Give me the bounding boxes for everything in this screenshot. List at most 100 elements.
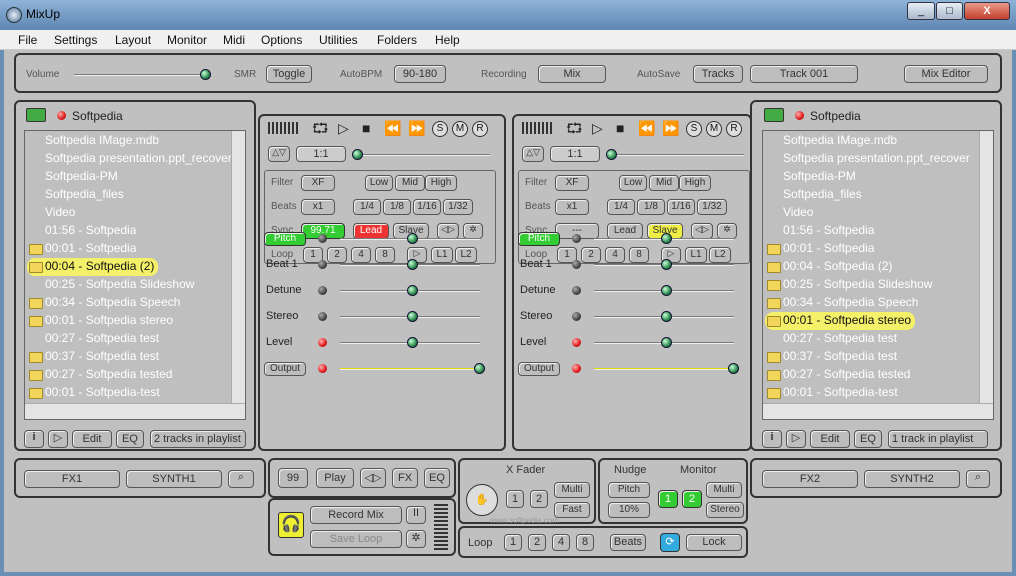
pause-icon[interactable]: II	[406, 506, 426, 524]
loop-8-button[interactable]: 8	[576, 534, 594, 551]
b4-button[interactable]: 1/32	[697, 199, 727, 215]
l3-button[interactable]: 4	[605, 247, 625, 263]
list-item[interactable]: Video	[27, 204, 75, 222]
ratio-field[interactable]: 1:1	[296, 146, 346, 162]
menu-utilities[interactable]: Utilities	[319, 33, 358, 47]
swap-icon[interactable]: ◁▷	[437, 223, 459, 239]
loop-beats-button[interactable]: Beats	[610, 534, 646, 551]
b1-button[interactable]: 1/4	[353, 199, 381, 215]
menu-folders[interactable]: Folders	[377, 33, 417, 47]
fast-forward-icon[interactable]: ⏩	[408, 120, 425, 136]
search-icon[interactable]: ⌕	[228, 470, 254, 488]
nudge-pitch-button[interactable]: Pitch	[608, 482, 650, 498]
maximize-button[interactable]: □	[936, 2, 963, 20]
menu-file[interactable]: File	[18, 33, 37, 47]
list-item[interactable]: 00:37 - Softpedia test	[27, 348, 159, 366]
right-edit-button[interactable]: Edit	[810, 430, 850, 448]
xf-button[interactable]: XF	[555, 175, 589, 191]
autobpm-range-button[interactable]: 90-180	[394, 65, 446, 83]
monitor-2-button[interactable]: 2	[682, 490, 702, 508]
stop-icon[interactable]: ■	[616, 120, 624, 136]
info-icon[interactable]: i	[24, 430, 44, 448]
menu-settings[interactable]: Settings	[54, 33, 97, 47]
left-edit-button[interactable]: Edit	[72, 430, 112, 448]
L2-button[interactable]: L2	[455, 247, 477, 263]
tempo-slider[interactable]	[610, 154, 744, 156]
close-button[interactable]: X	[964, 2, 1010, 20]
list-item[interactable]: Softpedia IMage.mdb	[765, 132, 897, 150]
output-label[interactable]: Output	[264, 362, 306, 376]
horizontal-scrollbar[interactable]	[763, 403, 993, 419]
list-item[interactable]: Softpedia_files	[765, 186, 862, 204]
right-file-list[interactable]: Softpedia IMage.mdb Softpedia presentatio…	[762, 130, 994, 420]
output-slider[interactable]	[594, 368, 734, 370]
mute-button[interactable]: M	[706, 121, 722, 137]
right-eq-button[interactable]: EQ	[854, 430, 882, 448]
l4-button[interactable]: 8	[375, 247, 395, 263]
b2-button[interactable]: 1/8	[637, 199, 665, 215]
detune-slider-knob[interactable]	[407, 285, 418, 296]
menu-midi[interactable]: Midi	[223, 33, 245, 47]
list-item[interactable]: Softpedia presentation.ppt_recover	[765, 150, 970, 168]
level-slider-knob[interactable]	[407, 337, 418, 348]
volume-slider[interactable]	[74, 74, 210, 76]
menu-help[interactable]: Help	[435, 33, 460, 47]
list-item[interactable]: 00:01 - Softpedia-test	[765, 384, 898, 402]
list-item[interactable]: 00:25 - Softpedia Slideshow	[27, 276, 194, 294]
record-mix-button[interactable]: Record Mix	[310, 506, 402, 524]
x1-button[interactable]: x1	[301, 199, 335, 215]
mute-button[interactable]: M	[452, 121, 468, 137]
xfader-multi-button[interactable]: Multi	[554, 482, 590, 498]
open-folder-icon[interactable]	[26, 108, 46, 122]
tempo-slider[interactable]	[356, 154, 490, 156]
stereo-slider-knob[interactable]	[407, 311, 418, 322]
b2-button[interactable]: 1/8	[383, 199, 411, 215]
swap-icon[interactable]: ◁▷	[360, 468, 386, 488]
menu-options[interactable]: Options	[261, 33, 302, 47]
list-item[interactable]: 00:01 - Softpedia	[27, 240, 136, 258]
list-item[interactable]: Softpedia IMage.mdb	[27, 132, 159, 150]
tempo-slider-knob[interactable]	[606, 149, 617, 160]
swap-icon[interactable]: ◁▷	[691, 223, 713, 239]
settings-icon[interactable]: ✲	[406, 530, 426, 548]
menu-layout[interactable]: Layout	[115, 33, 151, 47]
play-icon[interactable]: ▷	[48, 430, 68, 448]
detune-slider-knob[interactable]	[661, 285, 672, 296]
fx2-button[interactable]: FX2	[762, 470, 858, 488]
high-button[interactable]: High	[425, 175, 457, 191]
list-item[interactable]: 00:27 - Softpedia test	[27, 330, 159, 348]
xfader-fast-button[interactable]: Fast	[554, 502, 590, 518]
list-item[interactable]: Softpedia presentation.ppt_recover	[27, 150, 232, 168]
list-item[interactable]: 00:34 - Softpedia Speech	[765, 294, 918, 312]
list-item[interactable]: 00:01 - Softpedia	[765, 240, 874, 258]
output-label[interactable]: Output	[518, 362, 560, 376]
left-file-list[interactable]: Softpedia IMage.mdb Softpedia presentatio…	[24, 130, 246, 420]
recording-mix-button[interactable]: Mix	[538, 65, 606, 83]
output-slider[interactable]	[340, 368, 480, 370]
tempo-direction-icon[interactable]: △▽	[268, 146, 290, 162]
vertical-scrollbar[interactable]	[231, 131, 245, 403]
counter-field[interactable]: 99	[278, 468, 308, 488]
tempo-direction-icon[interactable]: △▽	[522, 146, 544, 162]
list-item[interactable]: Softpedia-PM	[765, 168, 856, 186]
record-button[interactable]: R	[472, 121, 488, 137]
output-slider-knob[interactable]	[474, 363, 485, 374]
track-name-field[interactable]: Track 001	[750, 65, 858, 83]
list-item[interactable]: 00:01 - Softpedia stereo	[27, 312, 173, 330]
vertical-scrollbar[interactable]	[979, 131, 993, 403]
monitor-stereo-button[interactable]: Stereo	[706, 502, 744, 518]
open-folder-icon[interactable]	[764, 108, 784, 122]
pitch-slider-knob[interactable]	[661, 233, 672, 244]
play-button[interactable]: Play	[316, 468, 354, 488]
l4-button[interactable]: 8	[629, 247, 649, 263]
beat1-slider-knob[interactable]	[407, 259, 418, 270]
list-item[interactable]: 00:04 - Softpedia (2)	[765, 258, 892, 276]
pitch-slider-knob[interactable]	[407, 233, 418, 244]
xfader-1-button[interactable]: 1	[506, 490, 524, 508]
high-button[interactable]: High	[679, 175, 711, 191]
loop-1-button[interactable]: 1	[504, 534, 522, 551]
L2-button[interactable]: L2	[709, 247, 731, 263]
fx-button[interactable]: FX	[392, 468, 418, 488]
play-icon[interactable]: ▷	[786, 430, 806, 448]
lead-button[interactable]: Lead	[607, 223, 643, 239]
